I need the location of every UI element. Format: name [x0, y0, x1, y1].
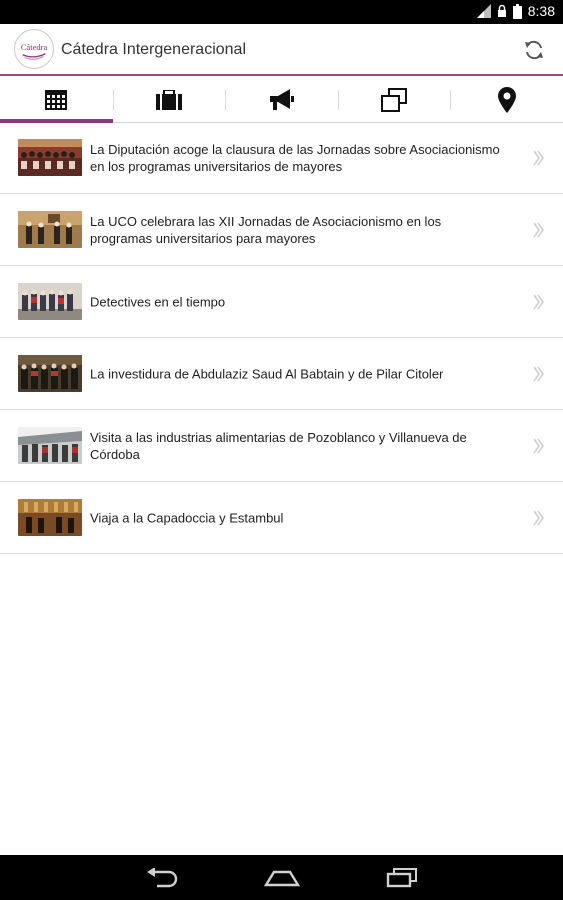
status-icons: 8:38 — [476, 3, 555, 19]
recent-apps-button[interactable] — [378, 863, 426, 893]
lock-icon — [497, 4, 506, 17]
news-title: La Diputación acoge la clausura de las J… — [90, 141, 500, 174]
home-icon — [264, 870, 300, 887]
tab-location[interactable] — [450, 78, 563, 122]
battery-icon — [512, 3, 522, 19]
news-title: La investidura de Abdulaziz Saud Al Babt… — [90, 366, 444, 381]
app-logo: Cátedra — [14, 29, 54, 69]
location-pin-icon — [497, 87, 516, 113]
home-button[interactable] — [258, 863, 306, 893]
svg-text:Cátedra: Cátedra — [21, 42, 48, 52]
news-thumbnail — [18, 139, 82, 176]
tab-bar — [0, 78, 563, 123]
action-bar: Cátedra Cátedra Intergeneracional — [0, 24, 563, 76]
news-title: La UCO celebrara las XII Jornadas de Aso… — [90, 213, 442, 246]
tab-announcements[interactable] — [225, 78, 338, 122]
list-item[interactable]: La investidura de Abdulaziz Saud Al Babt… — [0, 338, 563, 410]
chevron-right-icon — [533, 294, 544, 309]
chevron-right-icon — [533, 222, 544, 237]
back-icon — [147, 868, 178, 888]
navigation-bar — [0, 855, 563, 900]
status-bar: 8:38 — [0, 0, 563, 24]
briefcase-icon — [155, 90, 182, 110]
refresh-icon — [525, 40, 543, 60]
calendar-icon — [45, 90, 68, 110]
news-title: Detectives en el tiempo — [90, 294, 226, 309]
megaphone-icon — [270, 89, 295, 110]
list-item[interactable]: Visita a las industrias alimentarias de … — [0, 410, 563, 482]
news-title: Viaja a la Capadoccia y Estambul — [90, 510, 284, 525]
gallery-icon — [381, 88, 408, 112]
news-thumbnail — [18, 355, 82, 392]
tab-calendar[interactable] — [0, 78, 113, 123]
chevron-right-icon — [533, 510, 544, 525]
chevron-right-icon — [533, 438, 544, 453]
back-button[interactable] — [138, 863, 186, 893]
chevron-right-icon — [533, 366, 544, 381]
list-item[interactable]: La UCO celebrara las XII Jornadas de Aso… — [0, 194, 563, 266]
news-title: Visita a las industrias alimentarias de … — [90, 429, 467, 462]
app-title: Cátedra Intergeneracional — [61, 41, 247, 58]
news-thumbnail — [18, 283, 82, 320]
news-list: La Diputación acoge la clausura de las J… — [0, 122, 563, 554]
tab-gallery[interactable] — [337, 78, 451, 122]
news-thumbnail — [18, 427, 82, 464]
list-item[interactable]: La Diputación acoge la clausura de las J… — [0, 122, 563, 194]
signal-icon — [476, 4, 491, 18]
list-item[interactable]: Viaja a la Capadoccia y Estambul — [0, 482, 563, 554]
chevron-right-icon — [533, 150, 544, 165]
logo-image: Cátedra — [21, 42, 48, 60]
tab-briefcase[interactable] — [112, 78, 226, 122]
recent-apps-icon — [386, 868, 417, 888]
news-thumbnail — [18, 499, 82, 536]
news-thumbnail — [18, 211, 82, 248]
clock: 8:38 — [527, 3, 555, 19]
refresh-button[interactable] — [521, 37, 547, 63]
list-item[interactable]: Detectives en el tiempo — [0, 266, 563, 338]
